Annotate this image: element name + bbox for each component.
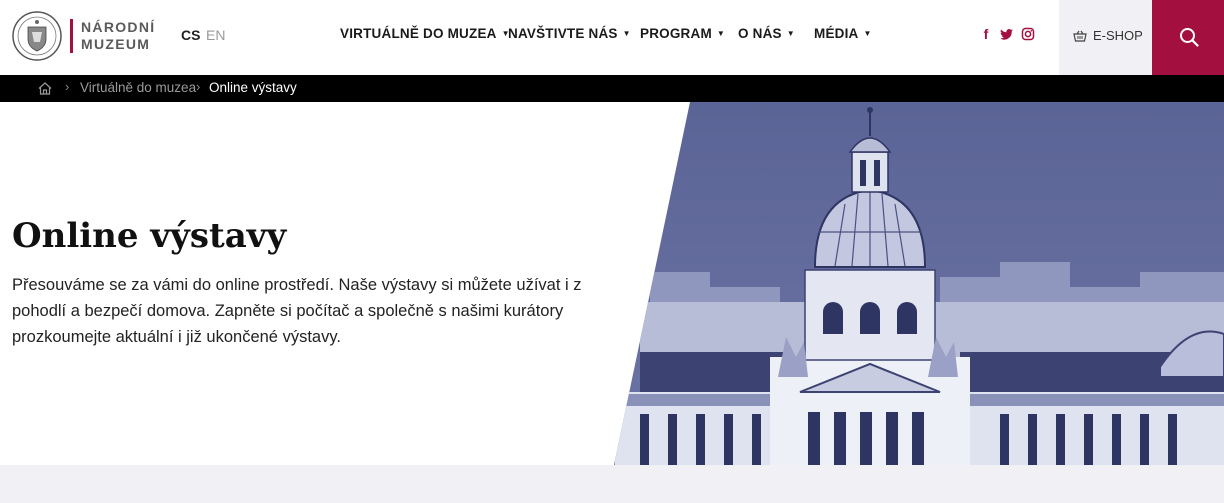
logo-divider [70, 19, 73, 53]
nav-label: NAVŠTIVTE NÁS [508, 26, 618, 41]
breadcrumb-item-current: Online výstavy [209, 80, 297, 95]
nav-item-virtualne[interactable]: VIRTUÁLNĚ DO MUZEA ▼ [340, 26, 510, 41]
nav-label: MÉDIA [814, 26, 859, 41]
logo-wordmark: NÁRODNÍ MUZEUM [81, 19, 155, 53]
site-header: NÁRODNÍ MUZEUM CS EN VIRTUÁLNĚ DO MUZEA ▼… [0, 0, 1224, 75]
nav-item-o-nas[interactable]: O NÁS ▼ [738, 26, 795, 41]
nav-item-program[interactable]: PROGRAM ▼ [640, 26, 725, 41]
eshop-button[interactable]: E-SHOP [1059, 0, 1152, 75]
chevron-down-icon: ▼ [716, 29, 726, 38]
museum-seal-icon [12, 11, 62, 61]
page-title: Online výstavy [12, 216, 287, 256]
site-logo[interactable]: NÁRODNÍ MUZEUM [12, 8, 155, 64]
breadcrumb-separator: › [65, 79, 70, 94]
chevron-down-icon: ▼ [863, 29, 872, 38]
basket-icon [1073, 30, 1087, 42]
nav-label: VIRTUÁLNĚ DO MUZEA [340, 26, 497, 41]
nav-label: PROGRAM [640, 26, 712, 41]
chevron-down-icon: ▼ [622, 29, 631, 38]
logo-line-1: NÁRODNÍ [81, 19, 156, 35]
nav-item-media[interactable]: MÉDIA ▼ [814, 26, 872, 41]
eshop-label: E-SHOP [1093, 28, 1143, 43]
facebook-icon[interactable]: f [979, 26, 993, 42]
eshop-content: E-SHOP [1073, 28, 1143, 43]
logo-line-2: MUZEUM [81, 36, 151, 52]
breadcrumb: › Virtuálně do muzea › Online výstavy [0, 75, 1224, 102]
home-icon[interactable] [38, 82, 52, 95]
chevron-down-icon: ▼ [786, 29, 795, 38]
instagram-icon[interactable] [1021, 26, 1035, 42]
nav-label: O NÁS [738, 26, 782, 41]
lang-cs[interactable]: CS [181, 27, 200, 43]
breadcrumb-separator: › [196, 79, 201, 94]
breadcrumb-item-virtualne[interactable]: Virtuálně do muzea [80, 80, 196, 95]
social-links: f [979, 26, 1042, 44]
search-button[interactable] [1152, 0, 1224, 75]
lang-en[interactable]: EN [206, 27, 225, 43]
twitter-icon[interactable] [1000, 26, 1014, 42]
page-intro: Přesouváme se za vámi do online prostřed… [12, 276, 582, 346]
search-icon [1180, 28, 1199, 47]
nav-item-navstivte[interactable]: NAVŠTIVTE NÁS ▼ [508, 26, 631, 41]
hero-section: Online výstavy Přesouváme se za vámi do … [0, 102, 1224, 465]
